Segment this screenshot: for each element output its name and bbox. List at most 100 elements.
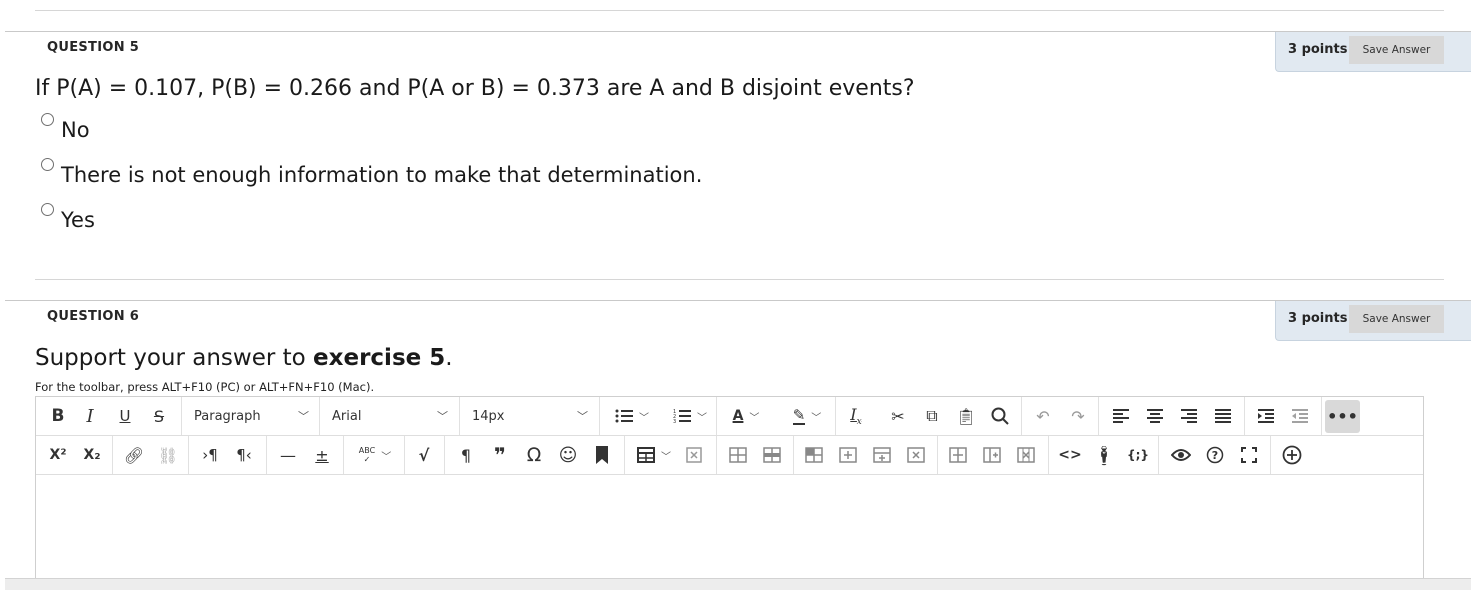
radio-button[interactable] bbox=[41, 158, 54, 171]
align-right-button[interactable] bbox=[1175, 397, 1203, 435]
undo-button[interactable]: ↶ bbox=[1029, 397, 1057, 435]
math-equation-button[interactable]: √ bbox=[410, 436, 438, 474]
radio-button[interactable] bbox=[41, 113, 54, 126]
question6-top-border bbox=[5, 300, 1471, 301]
plus-minus-button[interactable]: ± bbox=[308, 436, 336, 474]
table-cell-properties-button[interactable] bbox=[800, 436, 828, 474]
numbered-list-button[interactable]: 123 ﹀ bbox=[666, 397, 714, 435]
separator bbox=[716, 397, 717, 435]
option-label[interactable]: Yes bbox=[61, 208, 95, 232]
question6-save-answer-button[interactable]: Save Answer bbox=[1349, 305, 1444, 333]
bookmark-button[interactable] bbox=[588, 436, 616, 474]
square-root-icon: √ bbox=[418, 445, 430, 465]
special-character-button[interactable]: Ω bbox=[520, 436, 548, 474]
question6-text-bold: exercise 5 bbox=[313, 345, 446, 371]
font-size-dropdown[interactable]: 14px ﹀ bbox=[460, 397, 598, 435]
subscript-label: X₂ bbox=[83, 447, 101, 463]
editor-content-area[interactable] bbox=[36, 476, 1423, 586]
subscript-button[interactable]: X₂ bbox=[78, 436, 106, 474]
page-bottom-bar bbox=[5, 578, 1471, 590]
remove-link-button[interactable]: ⛓︎ bbox=[154, 436, 182, 474]
preview-button[interactable] bbox=[1167, 436, 1195, 474]
separator bbox=[1098, 397, 1099, 435]
insert-link-button[interactable]: 🔗︎ bbox=[120, 436, 148, 474]
blockquote-button[interactable]: ❞ bbox=[486, 436, 514, 474]
copy-icon: ⧉ bbox=[926, 406, 938, 425]
horizontal-line-button[interactable]: — bbox=[274, 436, 302, 474]
separator bbox=[716, 436, 717, 474]
delete-row-button[interactable] bbox=[902, 436, 930, 474]
superscript-button[interactable]: X² bbox=[44, 436, 72, 474]
highlight-color-button[interactable]: ✎ ﹀ bbox=[784, 397, 830, 435]
text-color-button[interactable]: A ﹀ bbox=[725, 397, 767, 435]
smiley-icon: ☺ bbox=[558, 444, 578, 466]
insert-content-button[interactable] bbox=[1278, 436, 1306, 474]
help-button[interactable]: ? bbox=[1201, 436, 1229, 474]
omega-icon: Ω bbox=[526, 444, 542, 466]
indent-button[interactable] bbox=[1252, 397, 1280, 435]
toolbar-row-2: X² X₂ 🔗︎ ⛓︎ ›¶ ¶‹ — ± ABC ✓ ﹀ √ ¶ ❞ Ω ☺ ﹀ bbox=[36, 436, 1423, 475]
insert-column-right-button[interactable] bbox=[978, 436, 1006, 474]
insert-row-after-button[interactable] bbox=[758, 436, 786, 474]
chevron-down-icon: ﹀ bbox=[749, 412, 760, 424]
bullet-list-icon bbox=[615, 409, 633, 423]
chevron-down-icon: ﹀ bbox=[639, 412, 649, 424]
chevron-down-icon: ﹀ bbox=[811, 412, 822, 424]
code-sample-button[interactable]: <> bbox=[1056, 436, 1084, 474]
emoticons-button[interactable]: ☺ bbox=[554, 436, 582, 474]
strikethrough-button[interactable]: S bbox=[147, 397, 171, 435]
clear-formatting-button[interactable]: Ix bbox=[842, 397, 870, 435]
paste-button[interactable]: 📋︎ bbox=[952, 397, 980, 435]
insert-row-before-button[interactable] bbox=[724, 436, 752, 474]
copy-button[interactable]: ⧉ bbox=[918, 397, 946, 435]
source-code-button[interactable]: {;} bbox=[1124, 436, 1152, 474]
plus-circle-icon bbox=[1282, 445, 1302, 465]
block-format-dropdown[interactable]: Paragraph ﹀ bbox=[182, 397, 319, 435]
superscript-label: X² bbox=[49, 447, 67, 463]
justify-button[interactable] bbox=[1209, 397, 1237, 435]
column-left-icon bbox=[949, 447, 967, 463]
separator bbox=[937, 436, 938, 474]
font-family-dropdown[interactable]: Arial ﹀ bbox=[320, 397, 458, 435]
bold-button[interactable]: B bbox=[46, 397, 70, 435]
separator bbox=[266, 436, 267, 474]
delete-table-button[interactable] bbox=[680, 436, 708, 474]
horizontal-line-icon: — bbox=[280, 445, 296, 465]
insert-column-after-button[interactable] bbox=[868, 436, 896, 474]
separator bbox=[112, 436, 113, 474]
ellipsis-icon: ••• bbox=[1327, 407, 1358, 426]
delete-column-button[interactable] bbox=[1012, 436, 1040, 474]
find-button[interactable] bbox=[986, 397, 1014, 435]
show-blocks-button[interactable]: ¶ bbox=[452, 436, 480, 474]
source-code-icon: {;} bbox=[1127, 448, 1149, 462]
left-to-right-icon: ›¶ bbox=[202, 446, 218, 464]
redo-button[interactable]: ↷ bbox=[1064, 397, 1092, 435]
separator bbox=[599, 397, 600, 435]
italic-button[interactable]: I bbox=[78, 397, 102, 435]
toolbar-hint: For the toolbar, press ALT+F10 (PC) or A… bbox=[35, 380, 375, 394]
bullet-list-button[interactable]: ﹀ bbox=[608, 397, 656, 435]
help-icon: ? bbox=[1206, 446, 1224, 464]
fullscreen-button[interactable] bbox=[1235, 436, 1263, 474]
ltr-button[interactable]: ›¶ bbox=[196, 436, 224, 474]
underline-button[interactable]: U bbox=[113, 397, 137, 435]
outdent-button[interactable] bbox=[1286, 397, 1314, 435]
insert-column-before-button[interactable] bbox=[834, 436, 862, 474]
option-label[interactable]: No bbox=[61, 118, 90, 142]
option-label[interactable]: There is not enough information to make … bbox=[61, 163, 702, 187]
align-center-button[interactable] bbox=[1141, 397, 1169, 435]
cut-button[interactable]: ✂ bbox=[884, 397, 912, 435]
separator bbox=[1048, 436, 1049, 474]
search-icon bbox=[991, 407, 1009, 425]
question5-bottom-divider bbox=[35, 279, 1444, 280]
insert-column-left-button[interactable] bbox=[944, 436, 972, 474]
align-left-button[interactable] bbox=[1107, 397, 1135, 435]
align-right-icon bbox=[1181, 409, 1197, 423]
question5-save-answer-button[interactable]: Save Answer bbox=[1349, 36, 1444, 64]
table-button[interactable]: ﹀ bbox=[632, 436, 676, 474]
spellcheck-button[interactable]: ABC ✓ ﹀ bbox=[352, 436, 398, 474]
rtl-button[interactable]: ¶‹ bbox=[230, 436, 258, 474]
accessibility-checker-button[interactable]: 🕴︎ bbox=[1090, 436, 1118, 474]
radio-button[interactable] bbox=[41, 203, 54, 216]
more-options-button[interactable]: ••• bbox=[1325, 400, 1360, 433]
